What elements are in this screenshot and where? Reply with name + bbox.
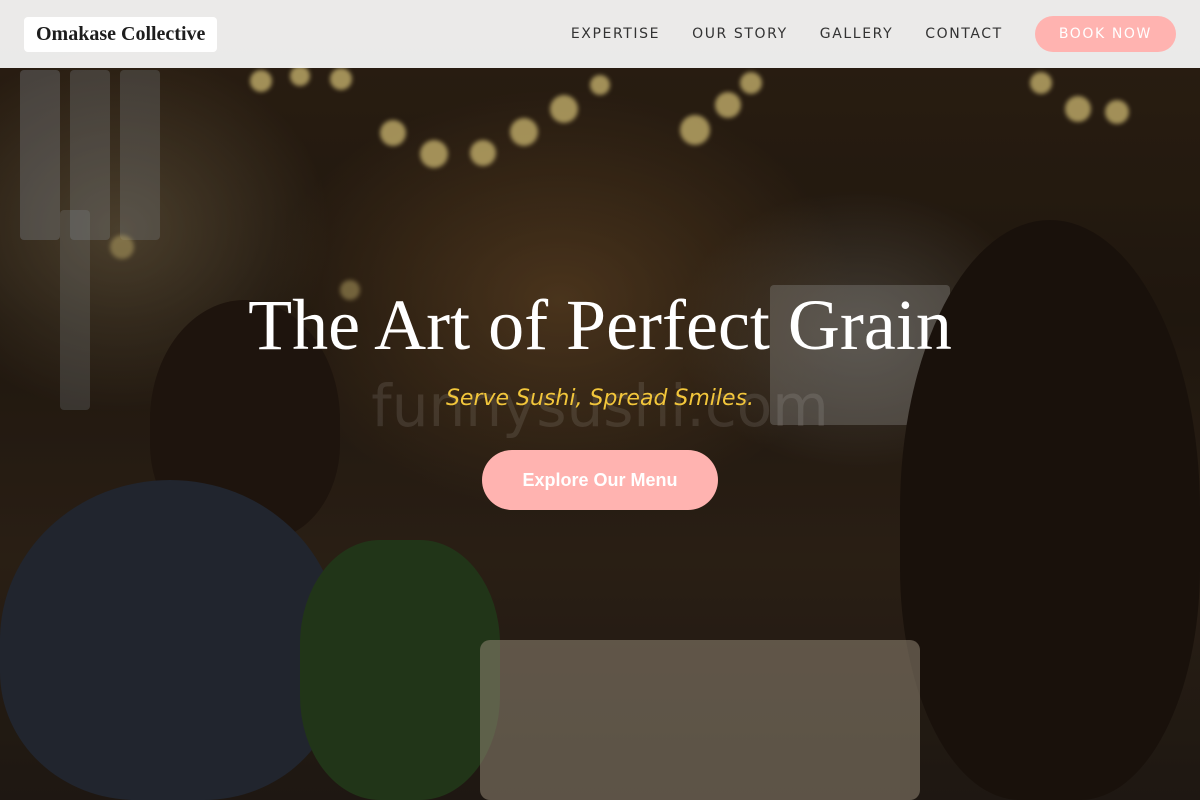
hero-tagline: Serve Sushi, Spread Smiles. — [445, 386, 755, 411]
hero-headline: The Art of Perfect Grain — [248, 285, 952, 365]
book-now-button[interactable]: BOOK NOW — [1034, 16, 1176, 52]
nav-link-gallery[interactable]: GALLERY — [820, 26, 893, 42]
explore-menu-button[interactable]: Explore Our Menu — [482, 450, 718, 510]
top-navigation-bar: Omakase Collective EXPERTISE OUR STORY G… — [0, 0, 1200, 68]
nav-link-contact[interactable]: CONTACT — [925, 26, 1003, 42]
nav-links: EXPERTISE OUR STORY GALLERY CONTACT BOOK… — [539, 16, 1176, 52]
nav-link-our-story[interactable]: OUR STORY — [692, 26, 788, 42]
brand-logo[interactable]: Omakase Collective — [24, 16, 218, 52]
nav-link-expertise[interactable]: EXPERTISE — [571, 26, 660, 42]
